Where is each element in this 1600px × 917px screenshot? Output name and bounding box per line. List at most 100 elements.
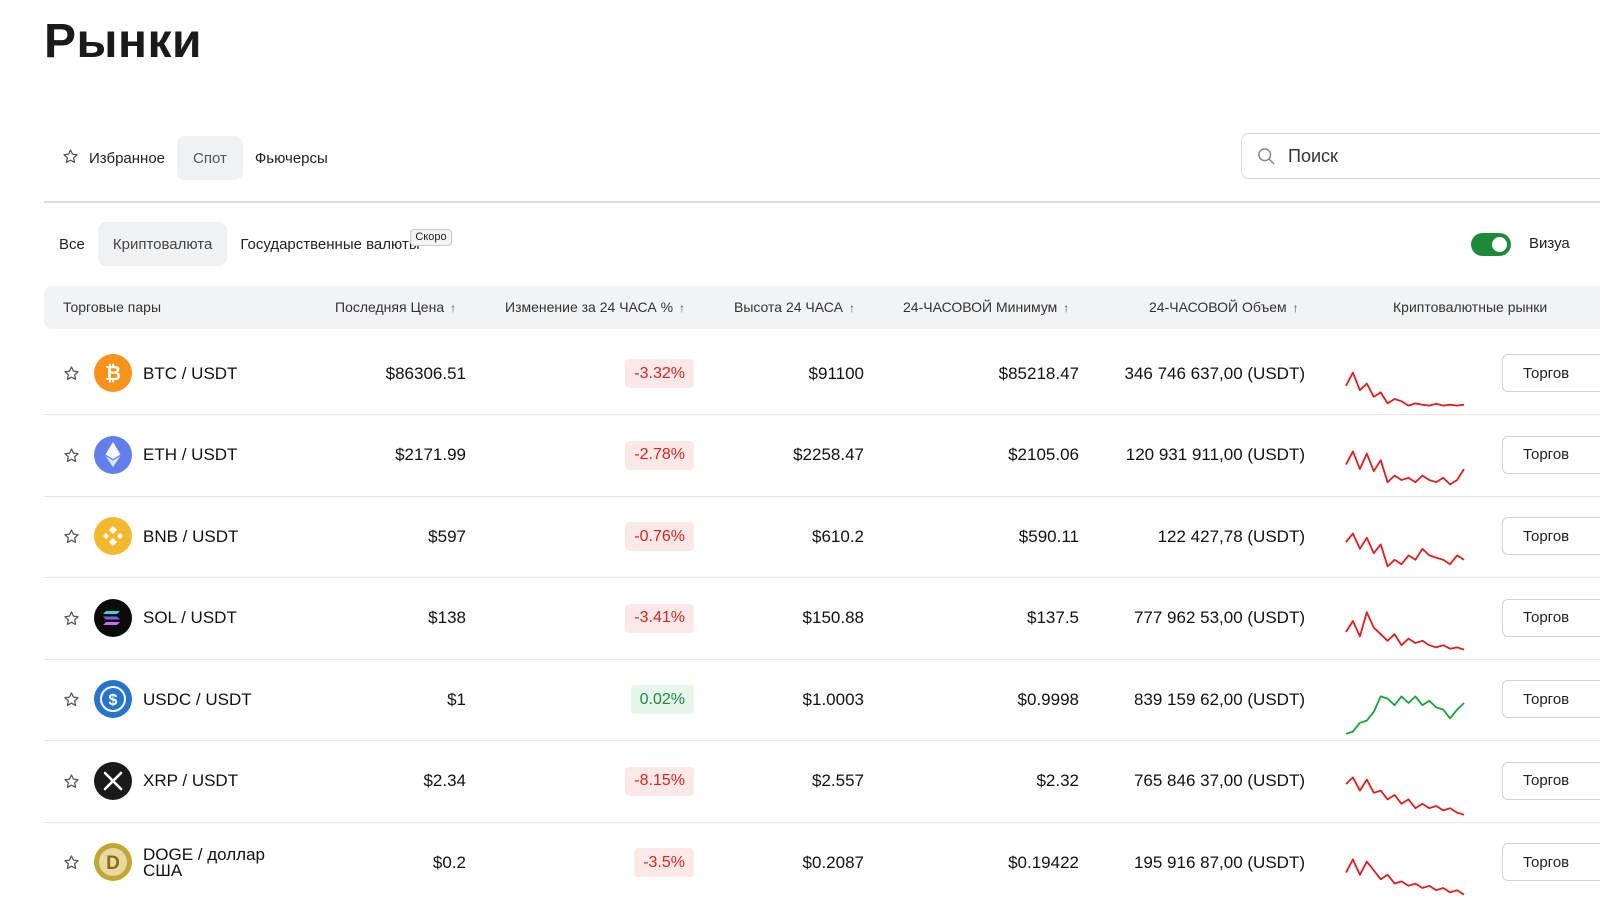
pair-name[interactable]: ETH / USDT <box>143 415 303 496</box>
sparkline-chart <box>1344 836 1466 917</box>
trade-button[interactable]: Торгов <box>1502 435 1600 474</box>
subtab-crypto-label: Криптовалюта <box>112 235 213 253</box>
last-price: $2171.99 <box>395 445 466 464</box>
sort-arrow-icon: ↑ <box>679 301 686 315</box>
tab-favorites-label: Избранное <box>89 149 166 167</box>
trade-button[interactable]: Торгов <box>1502 517 1600 555</box>
low-24h: $137.5 <box>1027 608 1079 627</box>
header-high[interactable]: Высота 24 ЧАСА ↑ <box>734 286 855 329</box>
section-divider <box>44 201 1600 203</box>
trade-button[interactable]: Торгов <box>1502 598 1600 637</box>
market-tabs: Избранное Спот Фьючерсы <box>50 136 340 180</box>
volume-24h: 765 846 37,00 (USDT) <box>1133 771 1305 790</box>
tab-futures[interactable]: Фьючерсы <box>243 136 340 180</box>
table-row[interactable]: ETH / USDT $2171.99 -2.78% $2258.47 $2105.06… <box>44 415 1600 497</box>
high-24h: $610.2 <box>812 526 864 546</box>
svg-text:$: $ <box>109 692 118 709</box>
sparkline-path <box>1345 776 1465 816</box>
sort-arrow-icon: ↑ <box>848 301 855 315</box>
header-volume-label: 24-ЧАСОВОЙ Объем <box>1149 299 1287 315</box>
table-row[interactable]: ₿ BTC / USDT $86306.51 -3.32% $91100 $85218.4… <box>44 333 1600 415</box>
favorite-star-icon[interactable] <box>63 741 80 822</box>
trade-button[interactable]: Торгов <box>1502 354 1600 392</box>
table-row[interactable]: BNB / USDT $597 -0.76% $610.2 $590.11 122 427… <box>44 496 1600 578</box>
change-badge: -3.32% <box>625 359 694 388</box>
coming-soon-badge: Скоро <box>410 229 452 246</box>
table-row[interactable]: D DOGE / доллар США $0.2 -3.5% $0.2087 $0.194… <box>44 822 1600 903</box>
header-change-label: Изменение за 24 ЧАСА % <box>505 299 674 315</box>
low-24h: $0.19422 <box>1008 852 1079 872</box>
trade-button[interactable]: Торгов <box>1502 761 1600 800</box>
low-24h: $2105.06 <box>1008 445 1079 464</box>
subtab-all[interactable]: Все <box>46 222 98 266</box>
high-24h: $2.557 <box>812 771 864 790</box>
solana-icon <box>94 598 132 637</box>
sparkline-path <box>1345 531 1465 567</box>
search-box[interactable] <box>1241 133 1600 179</box>
high-24h: $150.88 <box>802 608 864 627</box>
sort-arrow-icon: ↑ <box>450 301 457 315</box>
low-24h: $0.9998 <box>1017 689 1079 709</box>
pair-name[interactable]: DOGE / доллар США <box>143 822 303 903</box>
trade-button[interactable]: Торгов <box>1502 680 1600 718</box>
header-last-price[interactable]: Последняя Цена ↑ <box>335 286 456 329</box>
change-badge: -8.15% <box>625 766 694 796</box>
trade-button[interactable]: Торгов <box>1502 843 1600 881</box>
change-badge: -3.5% <box>634 848 694 877</box>
header-volume[interactable]: 24-ЧАСОВОЙ Объем ↑ <box>1149 286 1299 329</box>
header-low-label: 24-ЧАСОВОЙ Минимум <box>903 299 1058 315</box>
change-badge: -2.78% <box>625 440 694 470</box>
subtab-crypto[interactable]: Криптовалюта <box>97 222 228 266</box>
volume-24h: 120 931 911,00 (USDT) <box>1125 445 1305 464</box>
ethereum-icon <box>94 435 132 474</box>
header-pair[interactable]: Торговые пары <box>63 286 161 329</box>
subtab-fiat[interactable]: Государственные валюты Скоро <box>227 222 452 266</box>
last-price: $0.2 <box>432 852 466 872</box>
bitcoin-icon: ₿ <box>94 354 132 392</box>
table-row[interactable]: $ USDC / USDT $1 0.02% $1.0003 $0.9998 839 159… <box>44 659 1600 741</box>
favorite-star-icon[interactable] <box>63 333 80 414</box>
toggle-knob <box>1492 237 1507 252</box>
sort-arrow-icon: ↑ <box>1292 301 1299 315</box>
favorite-star-icon[interactable] <box>63 496 80 577</box>
subtab-fiat-label: Государственные валюты <box>240 235 420 253</box>
star-icon <box>62 148 79 169</box>
pair-name[interactable]: XRP / USDT <box>143 741 303 822</box>
last-price: $597 <box>428 526 466 546</box>
category-tabs: Все Криптовалюта Государственные валюты … <box>46 222 452 266</box>
change-badge: -3.41% <box>625 603 694 633</box>
pair-name[interactable]: BNB / USDT <box>143 496 303 577</box>
favorite-star-icon[interactable] <box>63 578 80 659</box>
high-24h: $91100 <box>808 363 864 383</box>
pair-name[interactable]: USDC / USDT <box>143 659 303 740</box>
tab-futures-label: Фьючерсы <box>254 149 328 167</box>
low-24h: $85218.47 <box>998 363 1079 383</box>
tab-spot[interactable]: Спот <box>177 136 243 180</box>
search-input[interactable] <box>1286 144 1570 168</box>
visual-toggle-label: Визуа <box>1529 235 1570 252</box>
pair-name[interactable]: BTC / USDT <box>143 333 303 414</box>
sparkline-path <box>1345 694 1465 735</box>
favorite-star-icon[interactable] <box>63 415 80 496</box>
table-row[interactable]: SOL / USDT $138 -3.41% $150.88 $137.5 777 962… <box>44 578 1600 660</box>
page-title: Рынки <box>44 15 203 68</box>
last-price: $86306.51 <box>385 363 466 383</box>
header-change[interactable]: Изменение за 24 ЧАСА % ↑ <box>505 286 685 329</box>
pair-name[interactable]: SOL / USDT <box>143 578 303 659</box>
favorite-star-icon[interactable] <box>63 659 80 740</box>
dogecoin-icon: D <box>94 843 132 881</box>
header-pair-label: Торговые пары <box>63 299 162 315</box>
sparkline-path <box>1345 857 1465 895</box>
tab-favorites[interactable]: Избранное <box>50 136 177 180</box>
xrp-icon <box>94 761 132 800</box>
high-24h: $0.2087 <box>802 852 864 872</box>
sparkline-path <box>1345 450 1465 486</box>
change-badge: 0.02% <box>630 685 694 714</box>
usdc-icon: $ <box>94 680 132 718</box>
header-low[interactable]: 24-ЧАСОВОЙ Минимум ↑ <box>903 286 1069 329</box>
visual-toggle[interactable] <box>1471 233 1511 256</box>
table-row[interactable]: XRP / USDT $2.34 -8.15% $2.557 $2.32 765 846 … <box>44 741 1600 823</box>
favorite-star-icon[interactable] <box>63 822 80 903</box>
svg-text:D: D <box>106 853 120 874</box>
high-24h: $1.0003 <box>802 689 864 709</box>
